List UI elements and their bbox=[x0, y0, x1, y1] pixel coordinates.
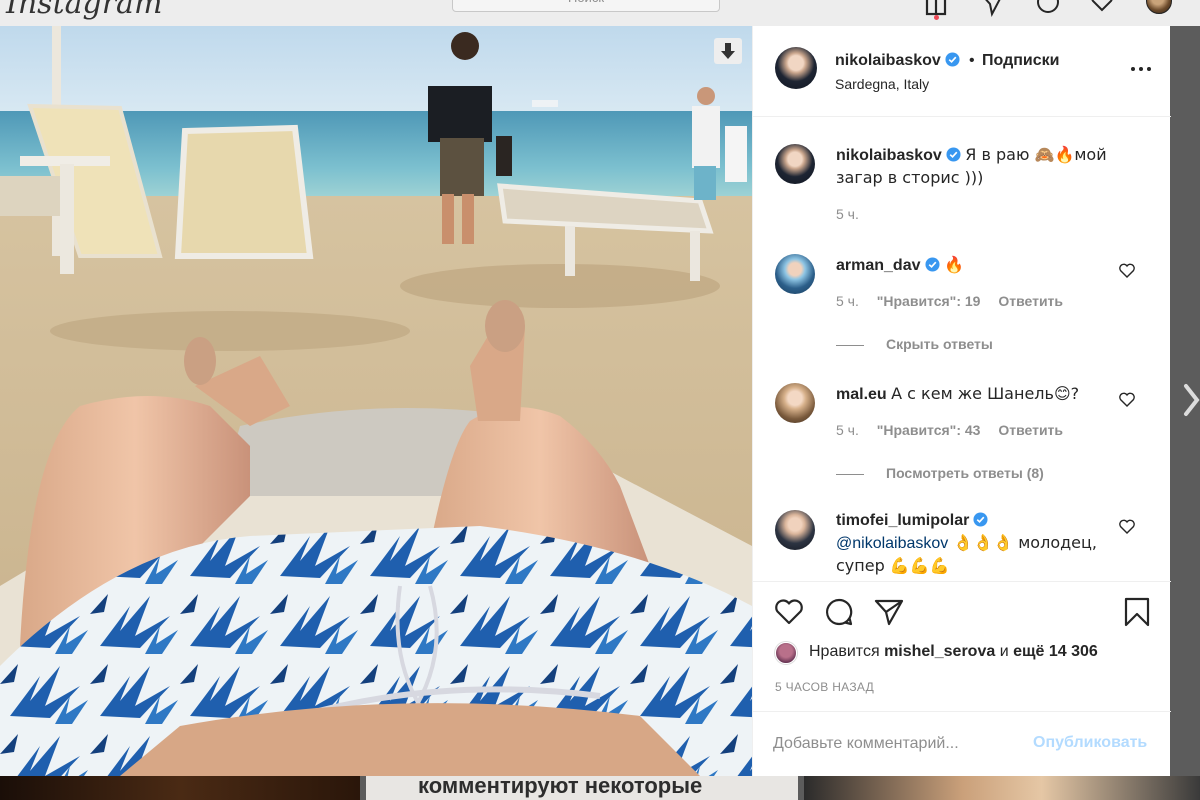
publish-button[interactable]: Опубликовать bbox=[1033, 734, 1147, 752]
feed-thumbnail[interactable] bbox=[0, 776, 360, 800]
comment-like-heart-icon[interactable] bbox=[1118, 518, 1136, 536]
author-username[interactable]: nikolaibaskov bbox=[835, 52, 960, 70]
commenter-avatar[interactable] bbox=[775, 383, 815, 423]
author-username-text[interactable]: nikolaibaskov bbox=[835, 52, 941, 69]
comment-username[interactable]: arman_dav bbox=[836, 257, 921, 274]
view-replies-toggle[interactable]: Посмотреть ответы (8) bbox=[836, 465, 1044, 481]
likes-prefix: Нравится bbox=[809, 643, 880, 660]
likes-joiner: и bbox=[999, 643, 1009, 660]
verified-badge-icon bbox=[945, 52, 960, 67]
feed-article-headline: комментируют некоторые bbox=[418, 776, 703, 798]
download-button[interactable] bbox=[714, 38, 742, 64]
verified-badge-icon bbox=[973, 512, 988, 527]
post-photo[interactable] bbox=[0, 26, 752, 776]
direct-icon[interactable] bbox=[978, 0, 1006, 18]
post-side-panel: nikolaibaskov • Подписки Sardegna, Italy… bbox=[752, 26, 1171, 776]
commenter-avatar[interactable] bbox=[775, 254, 815, 294]
likes-summary: Нравится mishel_serova и ещё 14 306 bbox=[809, 643, 1098, 661]
comment-likes-count[interactable]: "Нравится": 43 bbox=[877, 422, 981, 438]
activity-heart-icon[interactable] bbox=[1088, 0, 1116, 18]
comment-text: А с кем же Шанель😊? bbox=[891, 384, 1080, 403]
caption-meta: 5 ч. bbox=[836, 206, 873, 222]
like-heart-icon[interactable] bbox=[773, 596, 805, 628]
caption-author-avatar[interactable] bbox=[775, 144, 815, 184]
post-actions-bar: Нравится mishel_serova и ещё 14 306 5 ЧА… bbox=[753, 581, 1171, 711]
comment-text-block: arman_dav 🔥 bbox=[836, 254, 1126, 277]
caption-username[interactable]: nikolaibaskov bbox=[836, 147, 942, 164]
profile-avatar[interactable] bbox=[1146, 0, 1172, 14]
comment-reply-button[interactable]: Ответить bbox=[998, 293, 1063, 309]
comment-bubble-icon[interactable] bbox=[823, 596, 855, 628]
follow-status-button[interactable]: Подписки bbox=[982, 52, 1059, 70]
hide-replies-toggle[interactable]: Скрыть ответы bbox=[836, 336, 993, 352]
verified-badge-icon bbox=[924, 257, 940, 272]
comment-text-block: mal.eu А с кем же Шанель😊? bbox=[836, 383, 1126, 406]
caption-text-block: nikolaibaskov Я в раю 🙈🔥мой загар в стор… bbox=[836, 144, 1126, 190]
comment-text-block: timofei_lumipolar @nikolaibaskov 👌👌👌 мол… bbox=[836, 510, 1126, 578]
comment-likes-count[interactable]: "Нравится": 19 bbox=[877, 293, 981, 309]
verified-badge-icon bbox=[946, 147, 961, 162]
caption-time[interactable]: 5 ч. bbox=[836, 206, 859, 222]
comment-username[interactable]: timofei_lumipolar bbox=[836, 512, 969, 529]
comment-time[interactable]: 5 ч. bbox=[836, 293, 859, 309]
share-paper-plane-icon[interactable] bbox=[873, 596, 905, 628]
likes-others-link[interactable]: ещё 14 306 bbox=[1013, 643, 1098, 660]
replies-divider-line bbox=[836, 344, 864, 346]
search-input[interactable]: Поиск bbox=[452, 0, 720, 12]
post-header: nikolaibaskov • Подписки Sardegna, Italy bbox=[753, 26, 1171, 117]
next-post-chevron-icon[interactable] bbox=[1180, 382, 1200, 418]
likes-user-link[interactable]: mishel_serova bbox=[884, 643, 995, 660]
comment-time[interactable]: 5 ч. bbox=[836, 422, 859, 438]
header-separator: • bbox=[969, 52, 975, 69]
background-feed: комментируют некоторые bbox=[0, 776, 1200, 800]
instagram-logo[interactable]: Instagram bbox=[6, 0, 162, 21]
feed-thumbnail[interactable] bbox=[804, 776, 1200, 800]
more-options-icon[interactable] bbox=[1129, 62, 1153, 76]
post-time-ago[interactable]: 5 ЧАСОВ НАЗАД bbox=[775, 680, 874, 694]
add-comment-bar: Опубликовать bbox=[753, 711, 1171, 776]
replies-divider-line bbox=[836, 473, 864, 475]
save-bookmark-icon[interactable] bbox=[1121, 596, 1153, 628]
top-navigation-bar: Instagram Поиск bbox=[0, 0, 1200, 26]
liked-by-avatar[interactable] bbox=[775, 642, 797, 664]
feed-article-card[interactable]: комментируют некоторые bbox=[366, 776, 798, 800]
notification-dot bbox=[934, 15, 939, 20]
comment-like-heart-icon[interactable] bbox=[1118, 391, 1136, 409]
comment-meta: 5 ч. "Нравится": 43 Ответить bbox=[836, 422, 1077, 438]
comment-text: 🔥 bbox=[943, 255, 964, 274]
download-arrow-icon bbox=[721, 43, 735, 59]
comment-mention-link[interactable]: @nikolaibaskov bbox=[836, 535, 948, 552]
replies-toggle-label[interactable]: Посмотреть ответы (8) bbox=[886, 465, 1044, 481]
comment-input[interactable] bbox=[773, 730, 1033, 758]
commenter-avatar[interactable] bbox=[775, 510, 815, 550]
beach-photo-illustration bbox=[0, 26, 752, 776]
post-location[interactable]: Sardegna, Italy bbox=[835, 76, 929, 92]
comments-list[interactable]: nikolaibaskov Я в раю 🙈🔥мой загар в стор… bbox=[753, 117, 1171, 581]
comment-meta: 5 ч. "Нравится": 19 Ответить bbox=[836, 293, 1077, 309]
explore-icon[interactable] bbox=[1034, 0, 1062, 18]
comment-like-heart-icon[interactable] bbox=[1118, 262, 1136, 280]
author-avatar[interactable] bbox=[775, 47, 817, 89]
comment-username[interactable]: mal.eu bbox=[836, 386, 887, 403]
replies-toggle-label[interactable]: Скрыть ответы bbox=[886, 336, 993, 352]
comment-reply-button[interactable]: Ответить bbox=[998, 422, 1063, 438]
